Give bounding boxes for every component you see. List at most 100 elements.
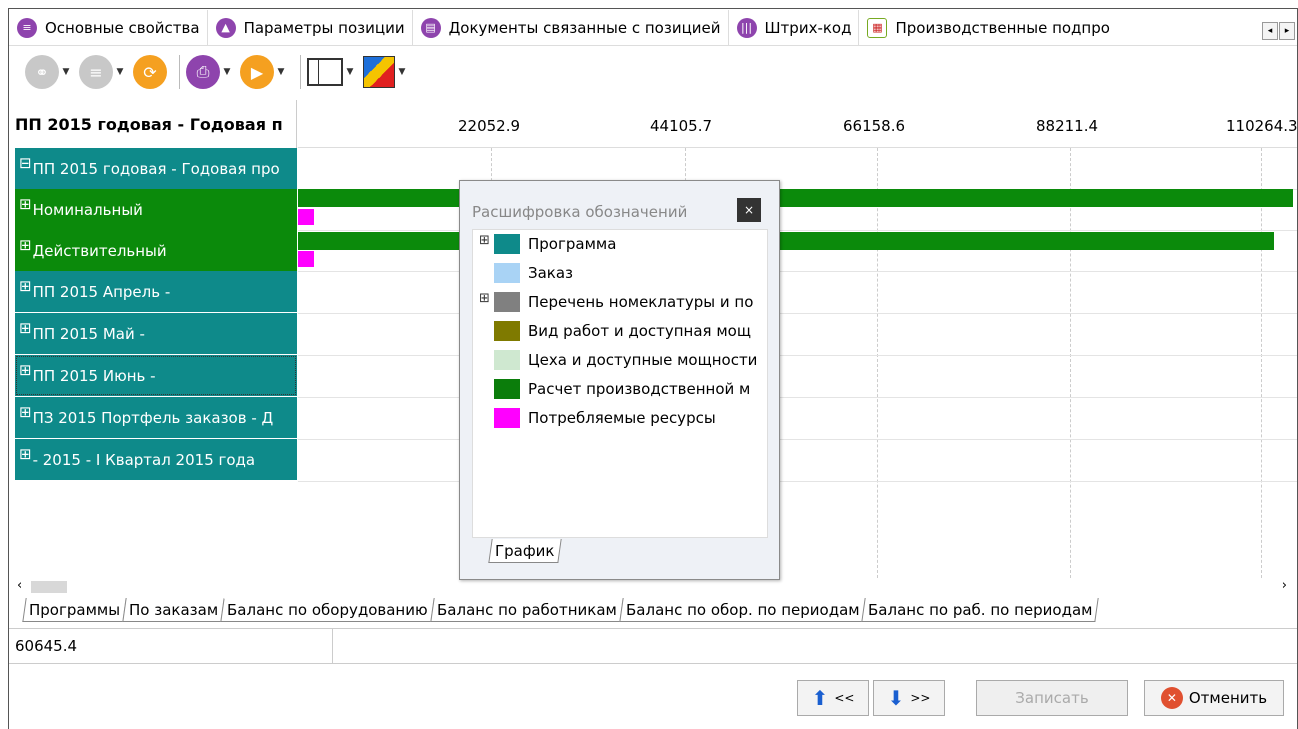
chevron-down-icon[interactable]: ▼ — [274, 67, 288, 77]
grid-line — [1261, 148, 1262, 578]
row-separator — [298, 230, 1297, 231]
chevron-down-icon[interactable]: ▼ — [220, 67, 234, 77]
scale-tick: 44105.7 — [650, 117, 713, 135]
expand-icon[interactable]: ⊞ — [479, 291, 491, 306]
legend-item[interactable]: Вид работ и доступная мощ — [473, 319, 751, 343]
arrow-up-icon: ⬆ — [811, 686, 829, 710]
print-button[interactable]: ⎙ ▼ — [186, 55, 234, 89]
row-label: Номинальный — [32, 200, 143, 219]
row-label: ПЗ 2015 Портфель заказов - Д — [32, 408, 274, 427]
tab-programs[interactable]: Программы — [22, 598, 127, 622]
next-button[interactable]: ⬇ >> — [873, 680, 945, 716]
tab-label: Штрих-код — [764, 18, 852, 37]
link-button[interactable]: ⚭ ▼ — [25, 55, 73, 89]
close-icon[interactable]: × — [737, 198, 761, 222]
legend-item[interactable]: Расчет производственной м — [473, 377, 750, 401]
scale-tick: 110264.3 — [1226, 117, 1298, 135]
tab-barcode[interactable]: ||| Штрих-код — [729, 9, 860, 46]
resource-marker[interactable] — [298, 251, 314, 267]
expand-icon[interactable]: ⊞ — [19, 403, 32, 421]
link-icon: ⚭ — [25, 55, 59, 89]
row-label: Действительный — [32, 241, 167, 260]
collapse-icon[interactable]: ⊟ — [19, 154, 32, 172]
printer-icon: ⎙ — [186, 55, 220, 89]
tree-header: ПП 2015 годовая - Годовая п — [15, 100, 297, 148]
chevron-down-icon[interactable]: ▼ — [113, 67, 127, 77]
tab-equipment-by-period[interactable]: Баланс по обор. по периодам — [618, 598, 866, 622]
toolbar-separator — [179, 55, 180, 89]
tab-label: Параметры позиции — [243, 18, 405, 37]
save-button[interactable]: Записать — [976, 680, 1128, 716]
tree-row[interactable]: ⊞ ПП 2015 Июнь - — [15, 355, 297, 396]
row-label: ПП 2015 Апрель - — [32, 282, 171, 301]
params-icon: ▲ — [215, 17, 236, 38]
color-button[interactable]: ▼ — [363, 56, 409, 88]
expand-icon[interactable]: ⊞ — [479, 233, 491, 248]
legend-item[interactable]: Цеха и доступные мощности — [473, 348, 757, 372]
tab-production-subprograms[interactable]: ▦ Производственные подпро — [859, 10, 1116, 46]
tab-chart[interactable]: График — [488, 539, 562, 563]
tab-position-params[interactable]: ▲ Параметры позиции — [208, 9, 413, 46]
row-separator — [298, 271, 1297, 272]
horizontal-scrollbar[interactable]: ‹ › — [9, 578, 1297, 596]
scroll-right-icon[interactable]: › — [1282, 578, 1287, 593]
legend-item[interactable]: ⊞ Программа — [473, 232, 616, 256]
tab-related-documents[interactable]: ▤ Документы связанные с позицией — [413, 9, 729, 46]
legend-swatch — [494, 292, 520, 312]
expand-icon[interactable]: ⊞ — [19, 195, 32, 213]
chevron-down-icon[interactable]: ▼ — [59, 67, 73, 77]
tab-label: Основные свойства — [45, 18, 200, 37]
tab-workers-by-period[interactable]: Баланс по раб. по периодам — [861, 598, 1100, 622]
scroll-thumb[interactable] — [31, 581, 67, 593]
expand-icon[interactable]: ⊞ — [19, 319, 32, 337]
tree-row[interactable]: ⊞ ПП 2015 Май - — [15, 313, 297, 354]
list-button[interactable]: ≡ ▼ — [79, 55, 127, 89]
layout-button[interactable]: ▼ — [307, 58, 357, 86]
tab-workers-balance[interactable]: Баланс по работникам — [430, 598, 624, 622]
cancel-icon: ✕ — [1160, 687, 1183, 709]
run-button[interactable]: ▶ ▼ — [240, 55, 288, 89]
expand-icon[interactable]: ⊞ — [19, 236, 32, 254]
legend-label: Перечень номеклатуры и по — [528, 293, 754, 311]
chevron-down-icon[interactable]: ▼ — [343, 67, 357, 77]
legend-item[interactable]: Заказ — [473, 261, 573, 285]
resource-marker[interactable] — [298, 209, 314, 225]
tree-row[interactable]: ⊞ - 2015 - I Квартал 2015 года — [15, 439, 297, 480]
expand-icon[interactable]: ⊞ — [19, 277, 32, 295]
prev-button[interactable]: ⬆ << — [797, 680, 869, 716]
legend-label: Программа — [528, 235, 617, 253]
table-icon: ▦ — [867, 17, 888, 38]
cancel-button[interactable]: ✕ Отменить — [1144, 680, 1284, 716]
legend-swatch — [494, 379, 520, 399]
tab-by-orders[interactable]: По заказам — [122, 598, 225, 622]
tree-row[interactable]: ⊟ ПП 2015 годовая - Годовая про — [15, 148, 297, 189]
legend-popup: Расшифровка обозначений × ⊞ Программа За… — [459, 180, 780, 580]
legend-label: Потребляемые ресурсы — [528, 409, 716, 427]
legend-list: ⊞ Программа Заказ ⊞ Перечень номеклатуры… — [472, 229, 768, 538]
legend-item[interactable]: Потребляемые ресурсы — [473, 406, 716, 430]
tree-row[interactable]: ⊞ ПП 2015 Апрель - — [15, 271, 297, 312]
tab-scroll-left-button[interactable]: ◂ — [1262, 22, 1278, 40]
next-label: >> — [910, 691, 931, 705]
refresh-button[interactable]: ⟳ — [133, 55, 167, 89]
tab-main-properties[interactable]: ≡ Основные свойства — [9, 9, 208, 46]
tree-row[interactable]: ⊞ Действительный — [15, 230, 297, 271]
scale-tick: 22052.9 — [458, 117, 521, 135]
tab-scroll-right-button[interactable]: ▸ — [1279, 22, 1295, 40]
tab-equipment-balance[interactable]: Баланс по оборудованию — [220, 598, 435, 622]
list-icon: ≡ — [17, 17, 37, 38]
refresh-icon: ⟳ — [133, 55, 167, 89]
tab-label: График — [495, 541, 555, 560]
tab-label: Баланс по раб. по периодам — [868, 600, 1093, 619]
tree-row[interactable]: ⊞ ПЗ 2015 Портфель заказов - Д — [15, 397, 297, 438]
legend-item[interactable]: ⊞ Перечень номеклатуры и по — [473, 290, 753, 314]
row-label: ПП 2015 Июнь - — [32, 366, 156, 385]
expand-icon[interactable]: ⊞ — [19, 445, 32, 463]
gantt-bar-actual[interactable] — [298, 232, 1274, 250]
gantt-bar-nominal[interactable] — [298, 189, 1293, 207]
chevron-down-icon[interactable]: ▼ — [395, 67, 409, 77]
tree-row[interactable]: ⊞ Номинальный — [15, 189, 297, 230]
expand-icon[interactable]: ⊞ — [19, 361, 32, 379]
legend-swatch — [494, 321, 520, 341]
scroll-left-icon[interactable]: ‹ — [17, 578, 22, 593]
